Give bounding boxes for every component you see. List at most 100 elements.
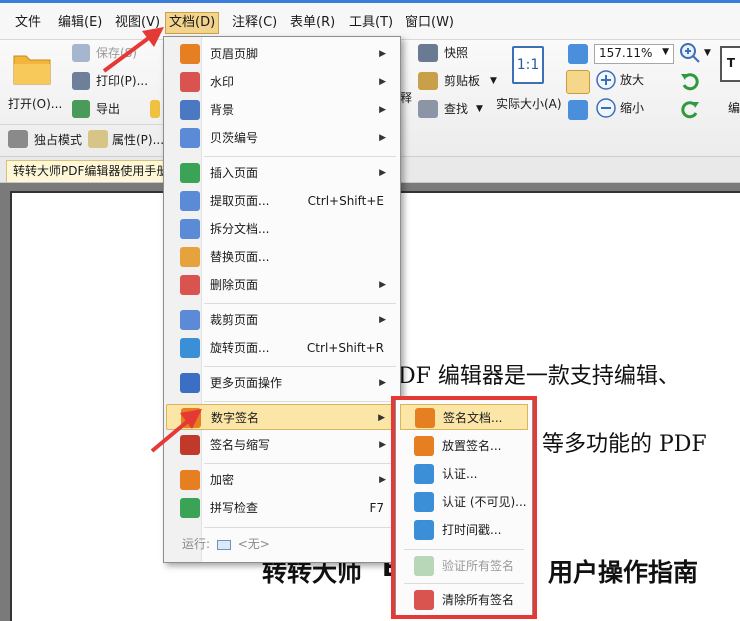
menu-item-label: 签名与缩写 (210, 438, 271, 452)
menu-item-label: 旋转页面... (210, 341, 270, 355)
zoom-out-circle-icon[interactable] (596, 98, 616, 118)
menu-item-label: 贝茨编号 (210, 131, 259, 145)
chevron-down-icon: ▼ (662, 47, 669, 57)
zoom-out-button[interactable]: 缩小 (620, 100, 644, 116)
save-icon (72, 44, 90, 62)
find-dropdown-icon[interactable]: ▼ (476, 101, 483, 117)
menu-window[interactable]: 窗口(W) (402, 12, 457, 34)
fit-width-icon[interactable] (566, 70, 590, 94)
submenu-arrow-icon: ▶ (379, 280, 386, 290)
fit-visible-icon[interactable] (568, 100, 588, 120)
snapshot-button[interactable]: 快照 (444, 45, 468, 61)
rotate-left-icon[interactable] (679, 70, 701, 92)
actual-size-icon: 1:1 (512, 46, 544, 84)
menu-item-split-document[interactable]: 拆分文档... (166, 216, 398, 242)
menu-item-header-footer[interactable]: 页眉页脚 ▶ (166, 41, 398, 67)
rotate-right-icon[interactable] (679, 98, 701, 120)
open-button[interactable]: 打开(O)... (4, 44, 62, 114)
menu-item-label: 拆分文档... (210, 222, 270, 236)
run-icon (216, 539, 231, 550)
zoom-in-icon[interactable] (679, 42, 701, 64)
submenu-arrow-icon: ▶ (379, 105, 386, 115)
menu-edit[interactable]: 编辑(E) (55, 12, 105, 34)
find-icon (418, 100, 438, 118)
folder-icon (13, 55, 51, 85)
menu-item-more-page-operations[interactable]: 更多页面操作 ▶ (166, 370, 398, 396)
submenu-arrow-icon: ▶ (379, 168, 386, 178)
properties-button[interactable]: 属性(P)... (112, 132, 164, 148)
annotation-arrow-icon (102, 27, 164, 73)
run-label: 运行: (182, 537, 211, 551)
menu-document[interactable]: 文档(D) (165, 12, 220, 34)
menu-item-extract-pages[interactable]: 提取页面... Ctrl+Shift+E (166, 188, 398, 214)
menu-separator (204, 401, 396, 402)
annotation-arrow-icon (150, 409, 202, 453)
zoom-in-dropdown-icon[interactable]: ▼ (704, 45, 711, 61)
menu-item-spell-check[interactable]: 拼写检查 F7 (166, 495, 398, 521)
menu-item-label: 数字签名 (211, 411, 260, 425)
menu-item-label: 水印 (210, 75, 235, 89)
open-label: 打开(O)... (8, 97, 63, 111)
run-value: <无> (237, 537, 270, 551)
print-icon (72, 72, 90, 90)
menu-item-insert-pages[interactable]: 插入页面 ▶ (166, 160, 398, 186)
exclusive-mode-button[interactable]: 独占模式 (34, 132, 82, 148)
crown-icon (8, 130, 28, 148)
actual-size-label: 实际大小(A) (496, 97, 562, 111)
more-operations-icon (180, 373, 200, 393)
zoom-in-circle-icon[interactable] (596, 70, 616, 90)
menu-separator (204, 303, 396, 304)
document-tab[interactable]: 转转大师PDF编辑器使用手册 (6, 160, 176, 182)
extract-pages-icon (180, 191, 200, 211)
camera-icon (418, 44, 438, 62)
menu-file[interactable]: 文件 (12, 12, 44, 34)
menu-form[interactable]: 表单(R) (287, 12, 338, 34)
menu-item-crop-pages[interactable]: 裁剪页面 ▶ (166, 307, 398, 333)
actual-size-button[interactable]: 1:1 实际大小(A) (496, 44, 566, 116)
menu-item-label: 背景 (210, 103, 235, 117)
export-button[interactable]: 导出 (96, 101, 120, 117)
submenu-arrow-icon: ▶ (379, 475, 386, 485)
partial-label: 释 (400, 91, 413, 105)
menu-item-bates-numbering[interactable]: 贝茨编号 ▶ (166, 125, 398, 151)
doc-line-1: DF 编辑器是一款支持编辑、 (398, 364, 680, 389)
menu-item-label: 删除页面 (210, 278, 259, 292)
star-icon (150, 100, 160, 118)
rotate-pages-icon (180, 338, 200, 358)
split-document-icon (180, 219, 200, 239)
zoom-in-button[interactable]: 放大 (620, 72, 644, 88)
menu-separator (204, 156, 396, 157)
find-button[interactable]: 查找 (444, 101, 468, 117)
header-footer-icon (180, 44, 200, 64)
submenu-arrow-icon: ▶ (379, 378, 386, 388)
submenu-arrow-icon: ▶ (379, 440, 386, 450)
menu-item-shortcut: F7 (369, 501, 384, 515)
menu-item-encrypt[interactable]: 加密 ▶ (166, 467, 398, 493)
clipboard-button[interactable]: 剪贴板 (444, 73, 480, 89)
edit-text-icon[interactable]: T (720, 46, 740, 82)
menu-item-replace-pages[interactable]: 替换页面... (166, 244, 398, 270)
menu-tools[interactable]: 工具(T) (346, 12, 396, 34)
menu-item-rotate-pages[interactable]: 旋转页面... Ctrl+Shift+R (166, 335, 398, 361)
submenu-arrow-icon: ▶ (379, 133, 386, 143)
menu-item-label: 拼写检查 (210, 501, 259, 515)
ribbon-divider (0, 124, 165, 125)
zoom-select[interactable]: 157.11% ▼ (594, 44, 674, 64)
fit-page-icon[interactable] (568, 44, 588, 64)
doc-title-end: 用户操作指南 (548, 558, 699, 587)
edit-label: 编 (728, 101, 740, 115)
menu-run-row: 运行: <无> (182, 535, 270, 555)
menu-separator (204, 527, 396, 528)
menu-item-delete-pages[interactable]: 删除页面 ▶ (166, 272, 398, 298)
print-button[interactable]: 打印(P)... (96, 73, 148, 89)
annotation-highlight-box (391, 396, 537, 619)
menu-item-watermark[interactable]: 水印 ▶ (166, 69, 398, 95)
menu-comment[interactable]: 注释(C) (229, 12, 280, 34)
export-icon (72, 100, 90, 118)
replace-pages-icon (180, 247, 200, 267)
insert-pages-icon (180, 163, 200, 183)
menu-item-background[interactable]: 背景 ▶ (166, 97, 398, 123)
background-icon (180, 100, 200, 120)
menu-item-label: 页眉页脚 (210, 47, 259, 61)
menu-item-label: 提取页面... (210, 194, 270, 208)
